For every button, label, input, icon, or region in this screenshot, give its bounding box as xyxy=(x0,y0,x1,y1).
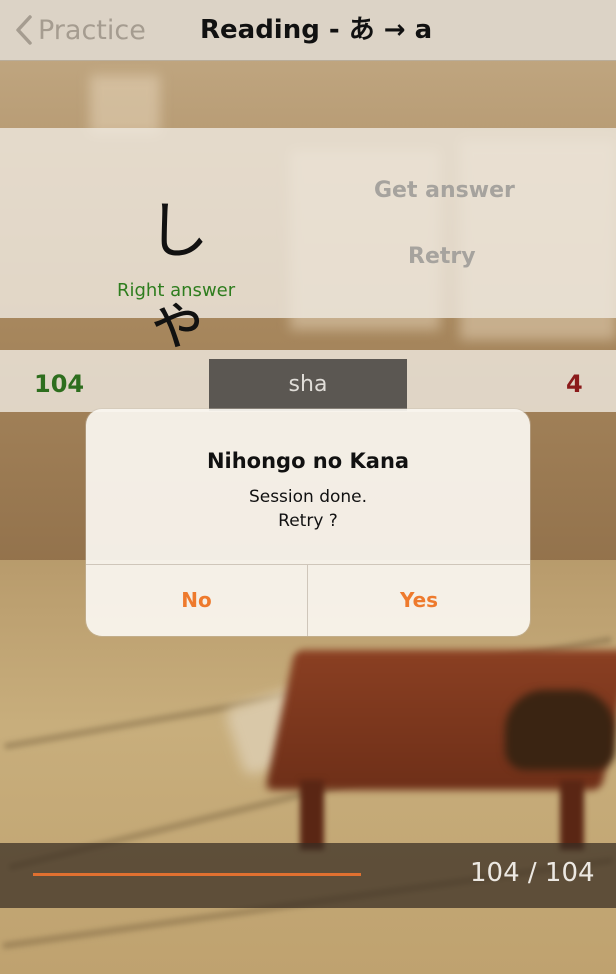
dialog-message: Session done. Retry ? xyxy=(86,485,530,533)
page-title: Reading - あ → a xyxy=(200,15,433,45)
dialog-message-line1: Session done. xyxy=(248,487,368,507)
back-button[interactable]: Practice xyxy=(14,10,146,50)
wrong-count: 4 xyxy=(566,370,583,398)
back-label: Practice xyxy=(38,14,146,46)
no-button[interactable]: No xyxy=(86,564,307,636)
chevron-left-icon xyxy=(16,15,32,45)
answer-field[interactable]: sha xyxy=(209,359,407,411)
session-done-dialog: Nihongo no Kana Session done. Retry ? No… xyxy=(86,409,530,636)
dialog-message-line2: Retry ? xyxy=(278,511,338,531)
question-card xyxy=(0,128,616,318)
feedback-label: Right answer xyxy=(117,280,236,301)
correct-count: 104 xyxy=(34,370,85,398)
dialog-title: Nihongo no Kana xyxy=(206,449,410,473)
navigation-bar: Practice Reading - あ → a xyxy=(0,0,616,61)
progress-counter: 104 / 104 xyxy=(470,858,595,888)
kana-character: しゃ xyxy=(146,194,209,357)
retry-button[interactable]: Retry xyxy=(408,244,476,269)
yes-button[interactable]: Yes xyxy=(308,564,530,636)
get-answer-button[interactable]: Get answer xyxy=(374,178,515,203)
progress-fill xyxy=(33,873,361,876)
